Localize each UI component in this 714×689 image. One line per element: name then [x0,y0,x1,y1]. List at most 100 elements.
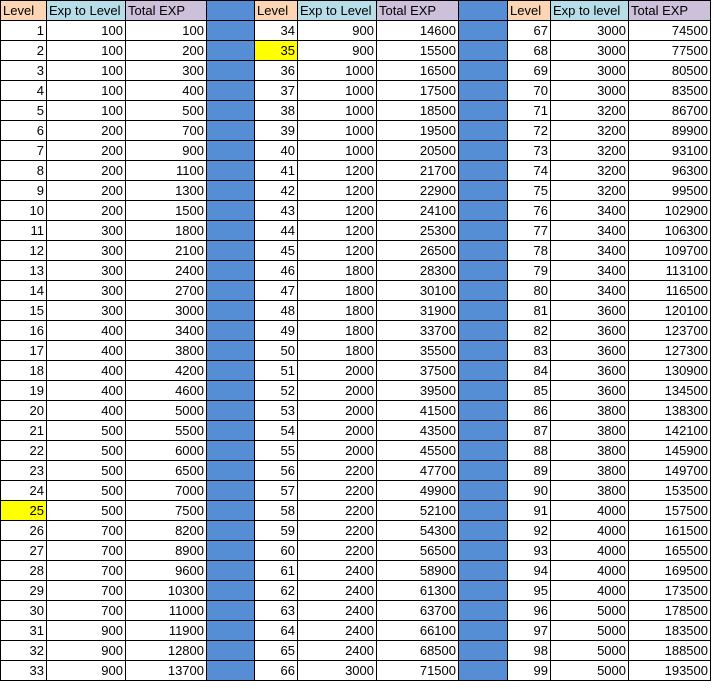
total-exp-cell[interactable]: 188500 [628,640,711,661]
exp-to-level-cell[interactable]: 1000 [297,100,377,121]
total-exp-cell[interactable]: 11000 [125,600,207,621]
level-cell[interactable]: 82 [507,320,551,341]
exp-to-level-cell[interactable]: 500 [46,500,126,521]
total-exp-cell[interactable]: 2400 [125,260,207,281]
level-cell[interactable]: 55 [254,440,298,461]
level-cell[interactable]: 61 [254,560,298,581]
total-exp-cell[interactable]: 102900 [628,200,711,221]
exp-to-level-cell[interactable]: 900 [46,660,126,681]
level-cell[interactable]: 54 [254,420,298,441]
level-cell[interactable]: 68 [507,40,551,61]
exp-to-level-cell[interactable]: 700 [46,600,126,621]
exp-to-level-cell[interactable]: 1200 [297,160,377,181]
level-cell[interactable]: 63 [254,600,298,621]
exp-to-level-cell[interactable]: 2400 [297,580,377,601]
exp-to-level-cell[interactable]: 3200 [550,180,629,201]
total-exp-cell[interactable]: 49900 [376,480,459,501]
total-exp-cell[interactable]: 183500 [628,620,711,641]
exp-to-level-cell[interactable]: 1000 [297,120,377,141]
level-cell[interactable]: 22 [0,440,47,461]
separator-cell[interactable] [206,160,255,181]
exp-to-level-cell[interactable]: 1200 [297,200,377,221]
total-exp-cell[interactable]: 71500 [376,660,459,681]
exp-to-level-cell[interactable]: 3600 [550,360,629,381]
separator-cell[interactable] [458,380,508,401]
separator-cell[interactable] [458,580,508,601]
level-cell[interactable]: 43 [254,200,298,221]
total-exp-cell[interactable]: 2100 [125,240,207,261]
separator-cell[interactable] [458,500,508,521]
total-exp-cell[interactable]: 173500 [628,580,711,601]
total-exp-cell[interactable]: 116500 [628,280,711,301]
total-exp-cell[interactable]: 200 [125,40,207,61]
total-exp-cell[interactable]: 106300 [628,220,711,241]
header-exp-to-level[interactable]: Exp to Level [46,0,126,21]
level-cell[interactable]: 95 [507,580,551,601]
header-exp-to-level[interactable]: Exp to Level [297,0,377,21]
level-cell[interactable]: 44 [254,220,298,241]
separator-cell[interactable] [206,0,255,21]
total-exp-cell[interactable]: 8200 [125,520,207,541]
level-cell[interactable]: 77 [507,220,551,241]
separator-cell[interactable] [458,280,508,301]
separator-cell[interactable] [206,340,255,361]
exp-to-level-cell[interactable]: 3600 [550,320,629,341]
total-exp-cell[interactable]: 14600 [376,20,459,41]
level-cell[interactable]: 16 [0,320,47,341]
exp-to-level-cell[interactable]: 5000 [550,620,629,641]
level-cell[interactable]: 35 [254,40,298,61]
exp-to-level-cell[interactable]: 700 [46,520,126,541]
level-cell[interactable]: 52 [254,380,298,401]
total-exp-cell[interactable]: 134500 [628,380,711,401]
total-exp-cell[interactable]: 178500 [628,600,711,621]
total-exp-cell[interactable]: 80500 [628,60,711,81]
exp-to-level-cell[interactable]: 1800 [297,340,377,361]
exp-to-level-cell[interactable]: 400 [46,320,126,341]
total-exp-cell[interactable]: 56500 [376,540,459,561]
total-exp-cell[interactable]: 37500 [376,360,459,381]
exp-to-level-cell[interactable]: 400 [46,400,126,421]
level-cell[interactable]: 46 [254,260,298,281]
total-exp-cell[interactable]: 120100 [628,300,711,321]
separator-cell[interactable] [206,300,255,321]
separator-cell[interactable] [206,180,255,201]
total-exp-cell[interactable]: 100 [125,20,207,41]
exp-to-level-cell[interactable]: 200 [46,200,126,221]
exp-to-level-cell[interactable]: 200 [46,180,126,201]
level-cell[interactable]: 48 [254,300,298,321]
separator-cell[interactable] [458,420,508,441]
level-cell[interactable]: 58 [254,500,298,521]
exp-to-level-cell[interactable]: 3600 [550,300,629,321]
separator-cell[interactable] [206,520,255,541]
level-cell[interactable]: 34 [254,20,298,41]
total-exp-cell[interactable]: 63700 [376,600,459,621]
exp-to-level-cell[interactable]: 3600 [550,380,629,401]
level-cell[interactable]: 29 [0,580,47,601]
separator-cell[interactable] [206,60,255,81]
level-cell[interactable]: 21 [0,420,47,441]
total-exp-cell[interactable]: 18500 [376,100,459,121]
total-exp-cell[interactable]: 22900 [376,180,459,201]
separator-cell[interactable] [458,460,508,481]
separator-cell[interactable] [458,140,508,161]
exp-to-level-cell[interactable]: 2200 [297,460,377,481]
exp-to-level-cell[interactable]: 300 [46,260,126,281]
total-exp-cell[interactable]: 33700 [376,320,459,341]
level-cell[interactable]: 65 [254,640,298,661]
level-cell[interactable]: 53 [254,400,298,421]
separator-cell[interactable] [458,340,508,361]
level-cell[interactable]: 97 [507,620,551,641]
total-exp-cell[interactable]: 47700 [376,460,459,481]
level-cell[interactable]: 56 [254,460,298,481]
total-exp-cell[interactable]: 58900 [376,560,459,581]
total-exp-cell[interactable]: 41500 [376,400,459,421]
exp-to-level-cell[interactable]: 2200 [297,540,377,561]
total-exp-cell[interactable]: 26500 [376,240,459,261]
total-exp-cell[interactable]: 3800 [125,340,207,361]
level-cell[interactable]: 1 [0,20,47,41]
level-cell[interactable]: 80 [507,280,551,301]
exp-to-level-cell[interactable]: 200 [46,160,126,181]
total-exp-cell[interactable]: 74500 [628,20,711,41]
level-cell[interactable]: 19 [0,380,47,401]
level-cell[interactable]: 39 [254,120,298,141]
